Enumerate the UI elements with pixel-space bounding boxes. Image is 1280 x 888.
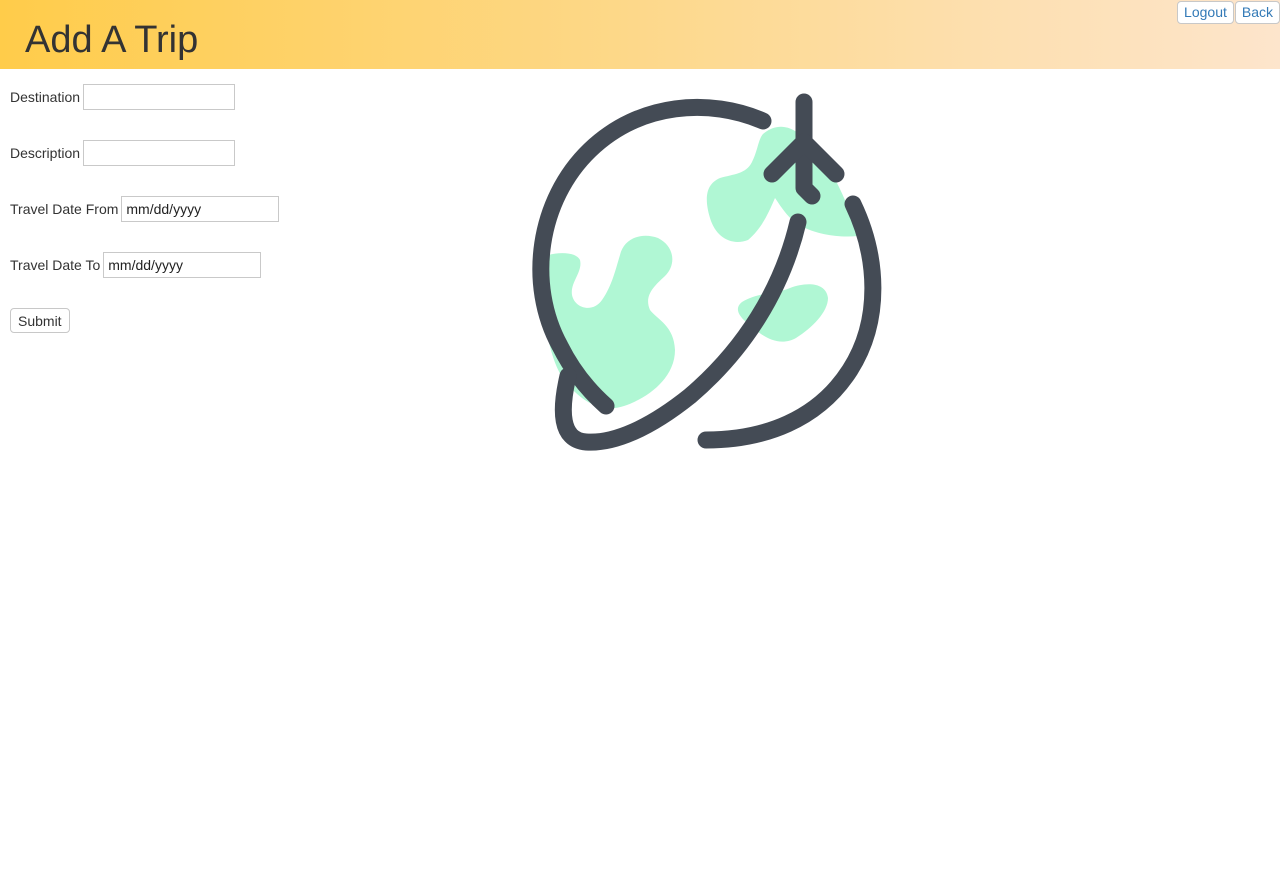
back-button[interactable]: Back [1234,1,1280,24]
destination-label: Destination [10,89,81,105]
description-input[interactable] [83,140,236,166]
page-title: Add A Trip [25,19,199,61]
date-to-label: Travel Date To [10,257,101,273]
destination-row: Destination [10,84,236,110]
header-bar: Add A Trip Logout Back [0,0,1280,69]
date-from-input[interactable] [121,196,280,222]
date-from-row: Travel Date From [10,196,280,222]
description-label: Description [10,145,81,161]
globe-airplane-icon [532,93,882,451]
date-to-input[interactable] [103,252,262,278]
logout-button[interactable]: Logout [1177,1,1234,24]
destination-input[interactable] [83,84,236,110]
description-row: Description [10,140,236,166]
submit-button[interactable]: Submit [10,308,70,333]
date-to-row: Travel Date To [10,252,262,278]
globe-outline [532,93,882,451]
nav-buttons: Logout Back [1177,1,1280,24]
date-from-label: Travel Date From [10,201,119,217]
